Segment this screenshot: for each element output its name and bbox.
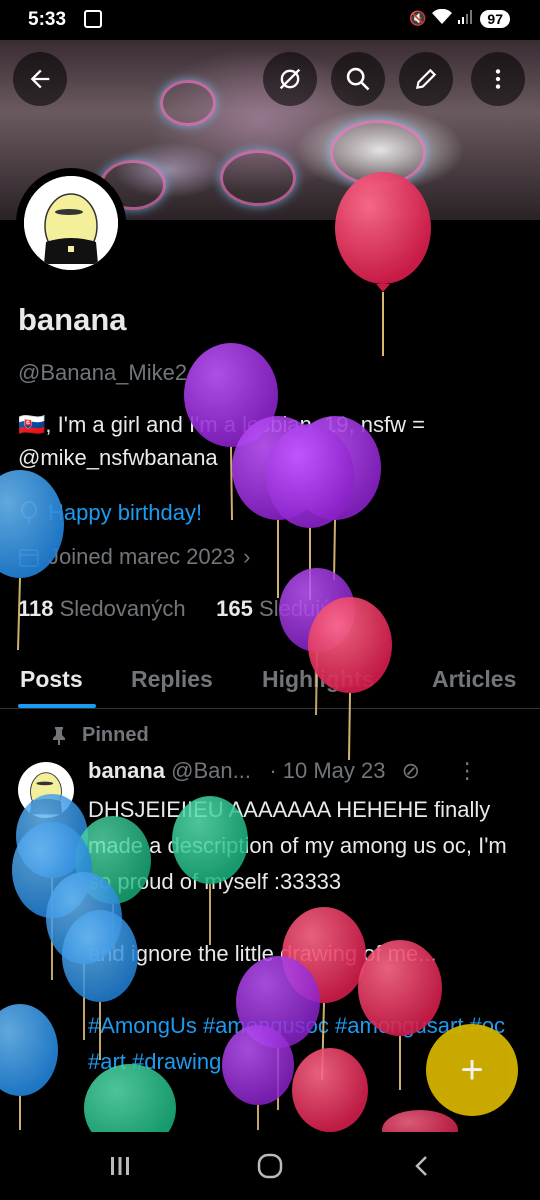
balloon-icon [21,501,37,524]
follow-counts: 118 Sledovaných 165 Sledujúci [18,596,348,622]
joined-text: Joined marec 2023 [48,544,236,569]
tab-articles[interactable]: Articles [432,666,516,693]
system-navigation-bar [0,1132,540,1200]
birthday-text[interactable]: Happy birthday! [48,500,202,526]
more-options-button[interactable] [471,52,525,106]
banner-heart-glow [330,120,426,186]
tab-replies[interactable]: Replies [131,666,213,693]
profile-handle: @Banana_Mike2 [18,360,188,385]
grok-icon [279,68,301,90]
post-author-avatar[interactable] [18,762,74,818]
profile-name: banana [18,302,127,337]
chevron-right-icon: › [243,544,251,569]
calendar-icon [19,549,39,567]
followers-label: Sledujúci [259,596,349,621]
screen-record-icon [84,10,102,28]
avatar-drawing [24,176,118,270]
post-more-icon[interactable]: ⋮ [456,758,478,783]
plus-icon: + [460,1047,484,1092]
post-text-paragraph: and ignore the little drawing of me... [88,941,437,966]
home-icon[interactable] [256,1152,284,1180]
back-button[interactable] [13,52,67,106]
post-date[interactable]: · 10 May 23 [269,758,385,783]
following-label: Sledovaných [59,596,186,621]
status-icons: 🔇 97 [408,8,510,28]
balloon [16,794,88,980]
grok-button[interactable] [263,52,317,106]
back-nav-icon[interactable] [410,1154,434,1178]
status-bar: 5:33 🔇 97 [0,0,540,40]
bio-text: , I'm a girl and I'm a lesbian, 19, nsfw… [45,412,425,437]
tab-posts[interactable]: Posts [20,666,83,693]
pencil-icon [415,68,437,90]
profile-avatar[interactable] [16,168,126,278]
signal-icon [458,10,474,27]
compose-post-button[interactable]: + [426,1024,518,1116]
active-tab-indicator [18,704,96,708]
banner-heart-glow [160,80,216,126]
mute-icon: 🔇 [408,10,427,26]
edit-button[interactable] [399,52,453,106]
bio-mention-link[interactable]: @mike_nsfwbanana [18,445,218,470]
post-author-handle[interactable]: @Ban... [171,758,251,783]
pinned-label-row: Pinned [50,724,149,747]
balloon [12,822,92,918]
birthday-row: Happy birthday! [18,500,202,526]
slovakia-flag-emoji: 🇸🇰 [18,412,46,437]
back-arrow-icon [30,69,50,89]
search-button[interactable] [331,52,385,106]
pinned-label: Pinned [82,724,149,746]
joined-row[interactable]: Joined marec 2023 › [18,544,250,570]
following-link[interactable]: 118 Sledovaných [18,596,186,621]
profile-bio: 🇸🇰, I'm a girl and I'm a lesbian, 19, ns… [18,408,528,474]
banner-heart-glow [220,150,296,206]
tab-highlights[interactable]: Highlights [262,666,374,693]
more-vertical-icon [495,69,501,89]
recent-apps-icon[interactable] [108,1154,132,1178]
wifi-icon [432,8,453,28]
grok-icon[interactable]: ⊘ [402,758,420,783]
balloon [0,1004,58,1130]
search-icon [346,67,370,91]
post-author-name[interactable]: banana [88,758,165,783]
following-count: 118 [18,596,54,621]
profile-tabs: Posts Replies Highlights Articles [0,660,540,709]
status-time: 5:33 [28,9,67,30]
followers-link[interactable]: 165 Sledujúci [216,596,348,621]
post-header: banana @Ban... · 10 May 23 ⊘ ⋮ [88,758,478,784]
battery-indicator: 97 [480,9,510,28]
pin-icon [53,726,65,745]
followers-count: 165 [216,596,253,621]
post-text-paragraph: DHSJEIEIIEU AAAAAAA HEHEHE finally made … [88,797,507,894]
avatar-drawing [29,772,63,815]
